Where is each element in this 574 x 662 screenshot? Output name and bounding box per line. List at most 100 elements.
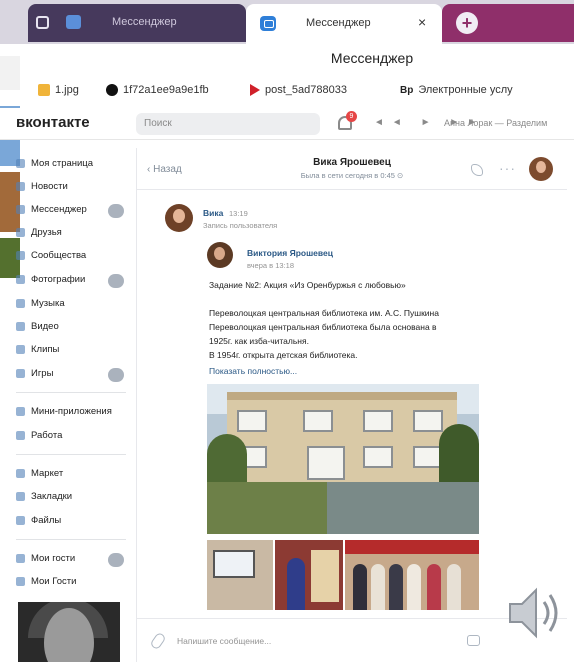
communities-icon bbox=[16, 251, 25, 260]
sidebar-item-clips[interactable]: Клипы bbox=[16, 344, 59, 355]
bookmark-post[interactable]: post_5ad788033 bbox=[250, 84, 347, 96]
new-tab-icon[interactable]: + bbox=[456, 12, 478, 34]
sidebar-item-video[interactable]: Видео bbox=[16, 321, 59, 332]
music-icon bbox=[16, 299, 25, 308]
post-photo-presentation[interactable] bbox=[207, 540, 273, 610]
sidebar-item-label: Фотографии bbox=[31, 274, 86, 285]
sidebar-item-market[interactable]: Маркет bbox=[16, 468, 63, 479]
photo-person bbox=[353, 564, 367, 610]
message-author-avatar[interactable] bbox=[165, 204, 193, 232]
sidebar-item-label: Мини-приложения bbox=[31, 406, 112, 417]
photo-window bbox=[363, 446, 393, 468]
sidebar-item-messenger[interactable]: Мессенджер bbox=[16, 204, 87, 215]
sidebar-item-guests[interactable]: Мои гости bbox=[16, 553, 75, 564]
messenger-icon bbox=[16, 205, 25, 214]
bookmark-label: 1.jpg bbox=[55, 84, 79, 96]
bookmark-services[interactable]: Bp Электронные услу bbox=[400, 84, 513, 96]
show-more-link[interactable]: Показать полностью... bbox=[209, 366, 297, 376]
sidebar-item-games[interactable]: Игры bbox=[16, 368, 53, 379]
sidebar-item-label: Файлы bbox=[31, 515, 62, 526]
sidebar-item-files[interactable]: Файлы bbox=[16, 515, 61, 526]
sidebar-item-music[interactable]: Музыка bbox=[16, 298, 65, 309]
market-icon bbox=[16, 469, 25, 478]
video-icon bbox=[16, 322, 25, 331]
bookmark-pinterest[interactable]: 1f72a1ee9a9e1fb bbox=[106, 84, 209, 96]
camera-icon[interactable] bbox=[467, 635, 480, 646]
window-title: Мессенджер bbox=[330, 50, 414, 66]
sidebar-item-label: Работа bbox=[31, 430, 63, 441]
sidebar-item-label: Музыка bbox=[31, 298, 65, 309]
background-window-fragment bbox=[0, 56, 20, 90]
photo-window bbox=[363, 410, 393, 432]
message-time: 13:19 bbox=[229, 209, 248, 218]
sidebar-item-guests-app[interactable]: Мои Гости bbox=[16, 576, 76, 587]
peer-avatar[interactable] bbox=[529, 157, 553, 181]
games-icon bbox=[16, 369, 25, 378]
messenger-favicon-icon bbox=[260, 16, 276, 31]
tab-messenger-active[interactable]: Мессенджер × bbox=[246, 4, 442, 44]
browser-tab-bar: Мессенджер Мессенджер × + bbox=[0, 0, 574, 44]
repost-text-line: Переволоцкая центральная библиотека им. … bbox=[209, 308, 439, 318]
services-icon: Bp bbox=[400, 84, 414, 96]
sidebar-item-news[interactable]: Новости bbox=[16, 181, 68, 192]
tab-label: Мессенджер bbox=[306, 17, 371, 29]
message-composer bbox=[137, 618, 567, 662]
tab-close-icon[interactable]: × bbox=[418, 14, 426, 30]
clips-icon bbox=[16, 345, 25, 354]
sidebar-item-label: Мои Гости bbox=[31, 576, 77, 587]
repost-text-line: Задание №2: Акция «Из Оренбуржья с любов… bbox=[209, 280, 406, 290]
sidebar-item-label: Сообщества bbox=[31, 250, 87, 261]
message-author[interactable]: Вика bbox=[203, 208, 223, 218]
photo-person bbox=[389, 564, 403, 610]
tab-actions-icon[interactable] bbox=[36, 16, 49, 29]
post-photo-group[interactable] bbox=[345, 540, 479, 610]
sidebar-item-mini-apps[interactable]: Мини-приложения bbox=[16, 406, 112, 417]
pinterest-icon bbox=[106, 84, 118, 96]
photo-bookshelf bbox=[311, 550, 339, 602]
photo-screen bbox=[213, 550, 255, 578]
photo-curtain bbox=[345, 540, 479, 554]
bookmarks-bar: 1.jpg 1f72a1ee9a9e1fb post_5ad788033 Bp … bbox=[0, 78, 574, 104]
sidebar-divider bbox=[16, 454, 126, 455]
sidebar-promo-photo[interactable] bbox=[18, 602, 120, 662]
post-photo-librarian[interactable] bbox=[275, 540, 343, 610]
photo-grass bbox=[207, 482, 327, 534]
speaker-icon[interactable] bbox=[506, 582, 566, 644]
message-input[interactable] bbox=[177, 628, 447, 654]
photo-person bbox=[407, 564, 421, 610]
tab-label: Мессенджер bbox=[112, 16, 177, 28]
mini-apps-icon bbox=[16, 407, 25, 416]
post-photo-library-building[interactable] bbox=[207, 384, 479, 534]
profile-icon bbox=[16, 159, 25, 168]
sidebar-item-label: Друзья bbox=[31, 227, 62, 238]
tab-favicon-icon bbox=[66, 15, 81, 29]
sidebar-item-my-page[interactable]: Моя страница bbox=[16, 158, 93, 169]
peer-status: Была в сети сегодня в 0:45 ⊙ bbox=[300, 171, 404, 180]
photo-person bbox=[287, 558, 305, 610]
attach-icon[interactable] bbox=[149, 631, 167, 651]
sidebar-item-bookmarks[interactable]: Закладки bbox=[16, 491, 72, 502]
sidebar-item-communities[interactable]: Сообщества bbox=[16, 250, 86, 261]
repost-author-avatar[interactable] bbox=[207, 242, 233, 268]
sidebar-item-label: Новости bbox=[31, 181, 68, 192]
vk-sidebar: Моя страница Новости Мессенджер Друзья С… bbox=[0, 148, 134, 662]
sidebar-item-label: Моя страница bbox=[31, 158, 94, 169]
search-input[interactable]: Поиск bbox=[136, 113, 320, 135]
friends-icon bbox=[16, 228, 25, 237]
bookmark-1jpg[interactable]: 1.jpg bbox=[38, 84, 79, 96]
back-button[interactable]: ‹ Назад bbox=[147, 164, 182, 175]
jobs-icon bbox=[16, 431, 25, 440]
peer-name[interactable]: Вика Ярошевец bbox=[247, 157, 457, 168]
new-tab-area: + bbox=[442, 4, 574, 42]
tab-messenger-inactive[interactable]: Мессенджер bbox=[28, 4, 246, 42]
vk-logo[interactable]: вконтакте bbox=[16, 114, 90, 131]
sidebar-item-photos[interactable]: Фотографии bbox=[16, 274, 85, 285]
more-options-icon[interactable]: ··· bbox=[499, 160, 516, 176]
now-playing-label[interactable]: Анна Лорак — Разделим bbox=[444, 118, 547, 128]
sidebar-item-jobs[interactable]: Работа bbox=[16, 430, 62, 441]
photo-person bbox=[447, 564, 461, 610]
sidebar-item-friends[interactable]: Друзья bbox=[16, 227, 62, 238]
repost-time[interactable]: вчера в 13:18 bbox=[247, 261, 294, 270]
call-icon[interactable] bbox=[471, 164, 483, 176]
repost-author[interactable]: Виктория Ярошевец bbox=[247, 248, 333, 258]
